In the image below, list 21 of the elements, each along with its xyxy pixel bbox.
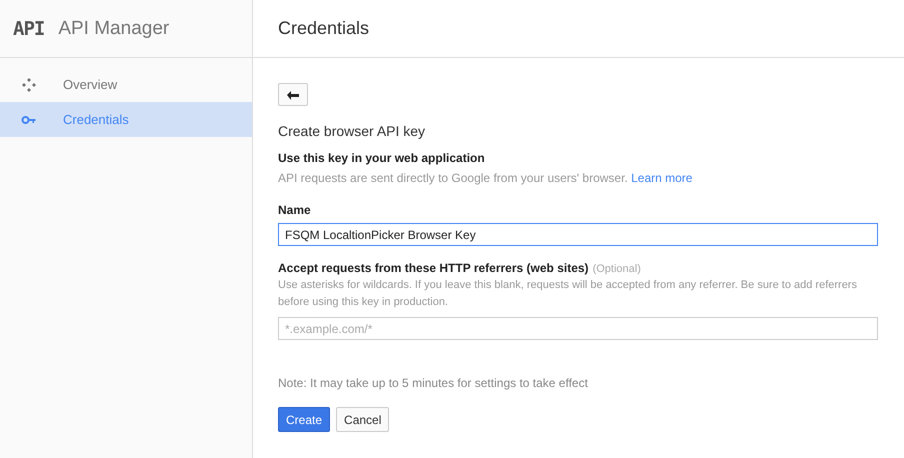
- field-label: Name: [278, 203, 311, 217]
- back-button[interactable]: [278, 83, 308, 106]
- page-title: Credentials: [278, 18, 370, 39]
- note-text: Note: It may take up to 5 minutes for settings to take effect: [278, 376, 588, 390]
- section-title: Use this key in your web application: [278, 151, 485, 165]
- form-heading: Create browser API key: [278, 123, 426, 139]
- help-text: Use asterisks for wildcards. If you leave this blank, requests will be accepted from any referrer. Be sure to add referrers before using this key in production.: [278, 278, 858, 310]
- dots-icon: [21, 76, 37, 92]
- field-label: Accept requests from these HTTP referrers (web sites): [278, 261, 589, 275]
- sidebar-item[interactable]: Overview: [0, 67, 252, 102]
- app-title: API Manager: [58, 18, 170, 40]
- cancel-button[interactable]: Cancel: [336, 407, 390, 432]
- intro-text: API requests are sent directly to Google from your users' browser. Learn more: [278, 170, 692, 187]
- create-button[interactable]: Create: [278, 407, 330, 432]
- name-field[interactable]: FSQM LocaltionPicker Browser Key: [278, 223, 878, 246]
- referrers-field[interactable]: *.example.com/*: [278, 317, 878, 340]
- learn-more-link[interactable]: Learn more: [631, 171, 692, 185]
- optional-text: (Optional): [592, 263, 641, 275]
- logo: API: [13, 18, 44, 40]
- back-arrow-icon: [286, 90, 300, 100]
- sidebar-item[interactable]: Credentials: [0, 102, 252, 137]
